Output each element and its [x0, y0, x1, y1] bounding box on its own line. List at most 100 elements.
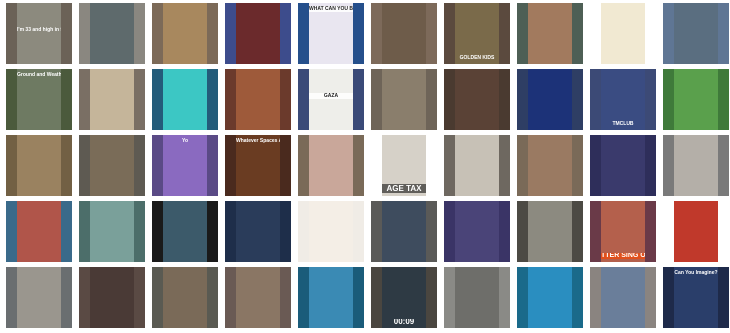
thumbnail-tile[interactable] [225, 267, 291, 328]
thumbnail-tile[interactable] [79, 135, 145, 196]
thumbnail-image: GAZA [309, 69, 353, 130]
thumbnail-tile[interactable] [517, 3, 583, 64]
thumbnail-image [601, 3, 645, 64]
thumbnail-tile[interactable]: Yo [152, 135, 218, 196]
thumbnail-caption: Can You Imagine? [674, 270, 718, 276]
thumbnail-image: AGE TAX [382, 135, 426, 196]
thumbnail-image [674, 135, 718, 196]
thumbnail-tile[interactable] [298, 135, 364, 196]
thumbnail-tile[interactable]: GOLDEN KIDS [444, 3, 510, 64]
thumbnail-image [17, 135, 61, 196]
thumbnail-tile[interactable]: Can You Imagine? [663, 267, 729, 328]
thumbnail-image [455, 69, 499, 130]
thumbnail-image [309, 201, 353, 262]
thumbnail-image [382, 69, 426, 130]
thumbnail-image [309, 267, 353, 328]
thumbnail-tile[interactable] [152, 267, 218, 328]
thumbnail-tile[interactable] [590, 3, 656, 64]
video-thumbnail-grid: I'm 33 and high in fuel. I fill up my ca… [0, 0, 730, 333]
thumbnail-image [674, 201, 718, 262]
thumbnail-image [163, 69, 207, 130]
thumbnail-image: Yo [163, 135, 207, 196]
thumbnail-image: TTER SING OM EXPOS [601, 201, 645, 262]
thumbnail-tile[interactable] [6, 201, 72, 262]
thumbnail-image [17, 201, 61, 262]
thumbnail-image: TMCLUB [601, 69, 645, 130]
thumbnail-image [309, 135, 353, 196]
thumbnail-image [382, 201, 426, 262]
thumbnail-tile[interactable] [79, 3, 145, 64]
thumbnail-tile[interactable] [225, 69, 291, 130]
thumbnail-caption: Yo [181, 138, 189, 144]
thumbnail-image [528, 267, 572, 328]
thumbnail-image [674, 69, 718, 130]
thumbnail-tile[interactable]: GAZA [298, 69, 364, 130]
thumbnail-tile[interactable] [79, 69, 145, 130]
thumbnail-tile[interactable] [663, 201, 729, 262]
thumbnail-image [236, 69, 280, 130]
thumbnail-image [601, 135, 645, 196]
thumbnail-tile[interactable]: I'm 33 and high in fuel. I fill up my ca… [6, 3, 72, 64]
thumbnail-caption: TMCLUB [612, 121, 634, 127]
thumbnail-image [90, 201, 134, 262]
thumbnail-image [90, 3, 134, 64]
thumbnail-tile[interactable]: AGE TAX [371, 135, 437, 196]
thumbnail-caption: GOLDEN KIDS [459, 55, 495, 61]
thumbnail-tile[interactable] [225, 3, 291, 64]
thumbnail-caption: TTER SING OM EXPOS [601, 253, 645, 259]
thumbnail-tile[interactable]: TMCLUB [590, 69, 656, 130]
thumbnail-tile[interactable]: Whatever Spaces Are Special Edition [225, 135, 291, 196]
thumbnail-tile[interactable] [152, 3, 218, 64]
thumbnail-tile[interactable] [152, 69, 218, 130]
thumbnail-tile[interactable]: Ground and Weather [6, 69, 72, 130]
thumbnail-image [455, 267, 499, 328]
thumbnail-tile[interactable] [79, 267, 145, 328]
thumbnail-image: Can You Imagine? [674, 267, 718, 328]
thumbnail-tile[interactable] [6, 135, 72, 196]
thumbnail-tile[interactable] [79, 201, 145, 262]
thumbnail-image [674, 3, 718, 64]
thumbnail-tile[interactable] [371, 69, 437, 130]
thumbnail-tile[interactable] [663, 135, 729, 196]
thumbnail-image [528, 201, 572, 262]
thumbnail-tile[interactable] [444, 135, 510, 196]
thumbnail-tile[interactable] [517, 201, 583, 262]
thumbnail-tile[interactable] [517, 135, 583, 196]
thumbnail-tile[interactable] [590, 135, 656, 196]
thumbnail-image [163, 3, 207, 64]
thumbnail-tile[interactable] [663, 69, 729, 130]
thumbnail-tile[interactable]: TTER SING OM EXPOS [590, 201, 656, 262]
thumbnail-caption: WHAT CAN YOU BRING TO SHRED? [309, 6, 353, 12]
thumbnail-image: WHAT CAN YOU BRING TO SHRED? [309, 3, 353, 64]
thumbnail-image [455, 201, 499, 262]
thumbnail-image: I'm 33 and high in fuel. I fill up my ca… [17, 3, 61, 64]
thumbnail-image [455, 135, 499, 196]
thumbnail-image [163, 267, 207, 328]
thumbnail-caption: GAZA [309, 93, 353, 99]
thumbnail-image [17, 267, 61, 328]
thumbnail-tile[interactable] [371, 201, 437, 262]
thumbnail-tile[interactable] [663, 3, 729, 64]
thumbnail-caption: Whatever Spaces Are Special Edition [236, 138, 280, 144]
thumbnail-tile[interactable] [371, 3, 437, 64]
thumbnail-tile[interactable] [444, 267, 510, 328]
thumbnail-tile[interactable] [517, 267, 583, 328]
thumbnail-tile[interactable]: WHAT CAN YOU BRING TO SHRED? [298, 3, 364, 64]
thumbnail-tile[interactable] [298, 267, 364, 328]
thumbnail-image: GOLDEN KIDS [455, 3, 499, 64]
thumbnail-tile[interactable] [6, 267, 72, 328]
thumbnail-image [601, 267, 645, 328]
thumbnail-tile[interactable] [225, 201, 291, 262]
thumbnail-tile[interactable] [444, 201, 510, 262]
thumbnail-tile[interactable]: 00:09 [371, 267, 437, 328]
thumbnail-tile[interactable] [517, 69, 583, 130]
thumbnail-tile[interactable] [152, 201, 218, 262]
thumbnail-image [236, 3, 280, 64]
thumbnail-image [90, 267, 134, 328]
thumbnail-tile[interactable] [590, 267, 656, 328]
thumbnail-tile[interactable] [444, 69, 510, 130]
thumbnail-image [382, 3, 426, 64]
thumbnail-tile[interactable] [298, 201, 364, 262]
thumbnail-image: Whatever Spaces Are Special Edition [236, 135, 280, 196]
thumbnail-caption: 00:09 [393, 319, 415, 325]
